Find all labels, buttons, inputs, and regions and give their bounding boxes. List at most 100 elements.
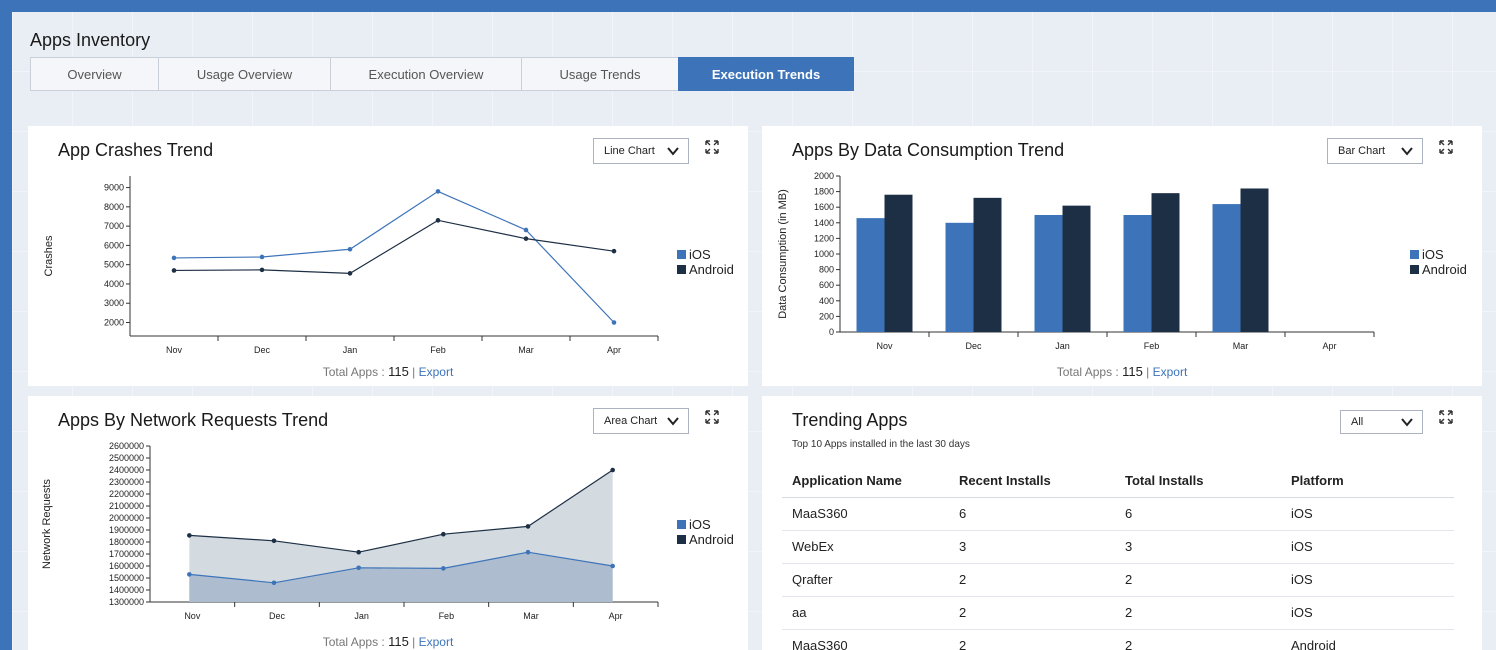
x-tick-label: Apr <box>609 611 623 621</box>
y-tick-label: 1700000 <box>109 549 144 559</box>
data-consumption-bar-chart: 0 200 400 600 800 1000 1200 1400 1600 1800 2000 Nov… <box>777 171 1375 351</box>
data-footer: Total Apps : 115 | Export <box>762 364 1482 379</box>
table-row[interactable]: Qrafter 2 2 iOS <box>782 563 1454 597</box>
expand-icon[interactable] <box>705 140 719 154</box>
cell-total-installs: 2 <box>1115 596 1281 630</box>
y-tick-label: 1600000 <box>109 561 144 571</box>
network-legend: iOS Android <box>677 517 734 547</box>
trending-platform-select[interactable]: All <box>1340 410 1423 434</box>
y-tick-label: 2200000 <box>109 489 144 499</box>
series-line-ios <box>173 190 615 323</box>
y-tick-label: 1000 <box>814 249 834 259</box>
column-header-total-installs[interactable]: Total Installs <box>1115 465 1281 498</box>
legend-label-android: Android <box>1422 262 1467 277</box>
crashes-footer: Total Apps : 115 | Export <box>28 364 748 379</box>
legend-swatch-ios <box>677 250 686 259</box>
table-row[interactable]: MaaS360 6 6 iOS <box>782 497 1454 531</box>
x-tick-label: Dec <box>269 611 286 621</box>
cell-recent-installs: 3 <box>949 530 1115 564</box>
series-line-android <box>173 219 615 274</box>
network-chart-type-select[interactable]: Area Chart <box>593 408 689 434</box>
trending-title: Trending Apps <box>792 410 908 430</box>
data-point-ios <box>523 227 529 233</box>
data-dropdown-label: Bar Chart <box>1338 145 1386 157</box>
cell-platform: iOS <box>1281 563 1454 597</box>
top-bar <box>0 0 1496 12</box>
export-link[interactable]: Export <box>419 635 454 649</box>
expand-icon[interactable] <box>1439 140 1453 154</box>
network-footer: Total Apps : 115 | Export <box>28 634 748 649</box>
cell-recent-installs: 6 <box>949 497 1115 531</box>
cell-application-name: MaaS360 <box>782 497 949 531</box>
data-point-ios <box>610 563 615 569</box>
total-apps-label: Total Apps : <box>1056 365 1123 379</box>
crashes-dropdown-label: Line Chart <box>604 145 655 157</box>
y-tick-label: 0 <box>829 327 834 337</box>
footer-separator: | <box>408 365 419 379</box>
export-link[interactable]: Export <box>419 365 454 379</box>
data-legend: iOS Android <box>1410 247 1467 277</box>
cell-recent-installs: 2 <box>949 629 1115 650</box>
x-tick-label: Feb <box>430 345 446 355</box>
export-link[interactable]: Export <box>1153 365 1188 379</box>
y-tick-label: 1200 <box>814 233 834 243</box>
column-header-application-name[interactable]: Application Name <box>782 465 949 498</box>
network-panel: Apps By Network Requests Trend Area Char… <box>28 396 748 650</box>
cell-platform: Android <box>1281 629 1454 650</box>
y-tick-label: 1300000 <box>109 597 144 607</box>
bar-android <box>973 197 1002 332</box>
y-tick-label: 6000 <box>104 240 124 250</box>
x-tick-label: Feb <box>439 611 455 621</box>
tab-usage-overview[interactable]: Usage Overview <box>158 57 330 91</box>
x-tick-label: Dec <box>965 341 982 351</box>
cell-total-installs: 3 <box>1115 530 1281 564</box>
x-tick-label: Apr <box>607 345 621 355</box>
y-tick-label: 1800000 <box>109 537 144 547</box>
x-tick-label: Jan <box>1055 341 1070 351</box>
crashes-chart-type-select[interactable]: Line Chart <box>593 138 689 164</box>
column-header-platform[interactable]: Platform <box>1281 465 1454 498</box>
y-tick-label: 1400 <box>814 218 834 228</box>
tab-execution-overview[interactable]: Execution Overview <box>330 57 521 91</box>
data-point-android <box>435 218 441 223</box>
x-tick-label: Nov <box>876 341 893 351</box>
cell-total-installs: 2 <box>1115 563 1281 597</box>
data-point-ios <box>347 246 353 252</box>
chevron-down-icon <box>1401 147 1413 156</box>
column-header-recent-installs[interactable]: Recent Installs <box>949 465 1115 498</box>
crashes-panel: App Crashes Trend Line Chart 2000 3000 400… <box>28 126 748 386</box>
bar-android <box>1062 205 1091 332</box>
data-chart-type-select[interactable]: Bar Chart <box>1327 138 1423 164</box>
data-point-android <box>523 236 529 241</box>
y-tick-label: 1800 <box>814 187 834 197</box>
expand-icon[interactable] <box>705 410 719 424</box>
tab-execution-trends[interactable]: Execution Trends <box>678 57 854 91</box>
x-tick-label: Jan <box>354 611 369 621</box>
table-row[interactable]: aa 2 2 iOS <box>782 596 1454 630</box>
cell-recent-installs: 2 <box>949 563 1115 597</box>
network-title: Apps By Network Requests Trend <box>58 410 329 430</box>
network-dropdown-label: Area Chart <box>604 415 658 427</box>
x-tick-label: Nov <box>166 345 183 355</box>
data-point-android <box>187 533 192 538</box>
data-point-ios <box>356 565 361 571</box>
y-tick-label: 2000000 <box>109 513 144 523</box>
x-tick-label: Dec <box>254 345 271 355</box>
legend-label-ios: iOS <box>689 517 711 532</box>
cell-total-installs: 6 <box>1115 497 1281 531</box>
x-tick-label: Apr <box>1322 341 1336 351</box>
tab-overview[interactable]: Overview <box>30 57 158 91</box>
cell-recent-installs: 2 <box>949 596 1115 630</box>
data-point-ios <box>435 189 441 194</box>
cell-platform: iOS <box>1281 530 1454 564</box>
y-tick-label: 2100000 <box>109 501 144 511</box>
y-tick-label: 1400000 <box>109 585 144 595</box>
expand-icon[interactable] <box>1439 410 1453 424</box>
tab-usage-trends[interactable]: Usage Trends <box>521 57 678 91</box>
table-row[interactable]: MaaS360 2 2 Android <box>782 629 1454 650</box>
chevron-down-icon <box>1401 418 1413 427</box>
table-row[interactable]: WebEx 3 3 iOS <box>782 530 1454 564</box>
y-tick-label: 600 <box>819 280 834 290</box>
crashes-legend: iOS Android <box>677 247 734 277</box>
total-apps-count: 115 <box>388 634 409 649</box>
